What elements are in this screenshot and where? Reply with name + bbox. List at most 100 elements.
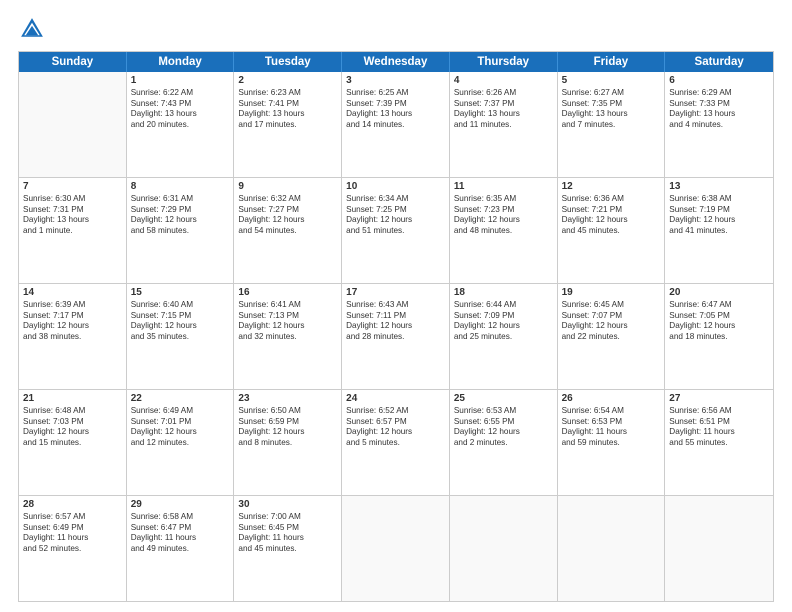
cal-cell-0-2: 2Sunrise: 6:23 AMSunset: 7:41 PMDaylight… bbox=[234, 72, 342, 177]
cell-line: Sunrise: 6:30 AM bbox=[23, 194, 122, 205]
cal-cell-1-3: 10Sunrise: 6:34 AMSunset: 7:25 PMDayligh… bbox=[342, 178, 450, 283]
cal-cell-4-1: 29Sunrise: 6:58 AMSunset: 6:47 PMDayligh… bbox=[127, 496, 235, 601]
cell-line: Sunset: 7:29 PM bbox=[131, 205, 230, 216]
cell-line: Daylight: 12 hours bbox=[346, 427, 445, 438]
cell-line: Sunset: 7:09 PM bbox=[454, 311, 553, 322]
cell-line: Daylight: 12 hours bbox=[238, 427, 337, 438]
cal-cell-3-2: 23 Sunrise: 6:50 AMSunset: 6:59 PMDayligh… bbox=[234, 390, 342, 495]
cell-line: Sunset: 7:13 PM bbox=[238, 311, 337, 322]
cal-cell-4-3 bbox=[342, 496, 450, 601]
cell-line: Sunset: 7:31 PM bbox=[23, 205, 122, 216]
cell-line: Sunrise: 6:43 AM bbox=[346, 300, 445, 311]
cell-line: Sunset: 6:51 PM bbox=[669, 417, 769, 428]
cell-line: Sunset: 7:35 PM bbox=[562, 99, 661, 110]
cell-line: and 17 minutes. bbox=[238, 120, 337, 131]
cell-line: Sunset: 7:43 PM bbox=[131, 99, 230, 110]
cell-line: Sunrise: 6:45 AM bbox=[562, 300, 661, 311]
cell-line: Sunset: 7:39 PM bbox=[346, 99, 445, 110]
cell-line: Daylight: 12 hours bbox=[454, 321, 553, 332]
day-number: 9 bbox=[238, 181, 337, 192]
cell-line: Daylight: 13 hours bbox=[454, 109, 553, 120]
cal-cell-3-0: 21Sunrise: 6:48 AMSunset: 7:03 PMDayligh… bbox=[19, 390, 127, 495]
cell-line: Sunset: 7:17 PM bbox=[23, 311, 122, 322]
day-number: 11 bbox=[454, 181, 553, 192]
cell-line: and 59 minutes. bbox=[562, 438, 661, 449]
cal-cell-0-0 bbox=[19, 72, 127, 177]
cell-line: and 22 minutes. bbox=[562, 332, 661, 343]
day-number: 21 bbox=[23, 393, 122, 404]
cal-cell-0-1: 1Sunrise: 6:22 AMSunset: 7:43 PMDaylight… bbox=[127, 72, 235, 177]
cell-line: Sunrise: 6:22 AM bbox=[131, 88, 230, 99]
logo bbox=[18, 15, 50, 43]
cal-cell-0-6: 6 Sunrise: 6:29 AMSunset: 7:33 PMDaylight… bbox=[665, 72, 773, 177]
cell-line: Sunrise: 6:39 AM bbox=[23, 300, 122, 311]
cell-line: Sunset: 6:59 PM bbox=[238, 417, 337, 428]
cell-line: and 20 minutes. bbox=[131, 120, 230, 131]
cell-line: Sunrise: 6:27 AM bbox=[562, 88, 661, 99]
day-number: 29 bbox=[131, 499, 230, 510]
cell-line: Sunset: 7:21 PM bbox=[562, 205, 661, 216]
day-number: 23 bbox=[238, 393, 337, 404]
cell-line: and 49 minutes. bbox=[131, 544, 230, 555]
cell-line: Sunset: 7:27 PM bbox=[238, 205, 337, 216]
cell-line: Sunset: 7:19 PM bbox=[669, 205, 769, 216]
cell-line: Sunrise: 6:35 AM bbox=[454, 194, 553, 205]
cal-cell-1-5: 12Sunrise: 6:36 AMSunset: 7:21 PMDayligh… bbox=[558, 178, 666, 283]
cell-line: Sunset: 7:23 PM bbox=[454, 205, 553, 216]
day-number: 13 bbox=[669, 181, 769, 192]
week-row-0: 1Sunrise: 6:22 AMSunset: 7:43 PMDaylight… bbox=[19, 72, 773, 178]
cell-line: Sunset: 6:49 PM bbox=[23, 523, 122, 534]
cell-line: and 7 minutes. bbox=[562, 120, 661, 131]
cal-cell-3-6: 27Sunrise: 6:56 AMSunset: 6:51 PMDayligh… bbox=[665, 390, 773, 495]
cal-cell-1-2: 9Sunrise: 6:32 AMSunset: 7:27 PMDaylight… bbox=[234, 178, 342, 283]
day-number: 4 bbox=[454, 75, 553, 86]
cell-line: and 15 minutes. bbox=[23, 438, 122, 449]
cell-line: Sunset: 7:33 PM bbox=[669, 99, 769, 110]
header-day-friday: Friday bbox=[558, 52, 666, 72]
cell-line: Daylight: 12 hours bbox=[454, 427, 553, 438]
cal-cell-3-3: 24Sunrise: 6:52 AMSunset: 6:57 PMDayligh… bbox=[342, 390, 450, 495]
cell-line: Daylight: 12 hours bbox=[131, 215, 230, 226]
cell-line: Sunrise: 6:34 AM bbox=[346, 194, 445, 205]
cal-cell-2-0: 14Sunrise: 6:39 AMSunset: 7:17 PMDayligh… bbox=[19, 284, 127, 389]
cell-line: and 55 minutes. bbox=[669, 438, 769, 449]
cell-line: Sunrise: 6:44 AM bbox=[454, 300, 553, 311]
day-number: 3 bbox=[346, 75, 445, 86]
cell-line: Sunrise: 6:40 AM bbox=[131, 300, 230, 311]
cell-line: Sunrise: 6:47 AM bbox=[669, 300, 769, 311]
cell-line: Sunrise: 6:38 AM bbox=[669, 194, 769, 205]
day-number: 6 bbox=[669, 75, 769, 86]
cell-line: and 14 minutes. bbox=[346, 120, 445, 131]
cell-line: Sunset: 6:57 PM bbox=[346, 417, 445, 428]
cell-line: Daylight: 12 hours bbox=[23, 321, 122, 332]
cell-line: Sunrise: 7:00 AM bbox=[238, 512, 337, 523]
cell-line: Sunrise: 6:23 AM bbox=[238, 88, 337, 99]
cell-line: Sunset: 7:03 PM bbox=[23, 417, 122, 428]
cell-line: Daylight: 13 hours bbox=[669, 109, 769, 120]
cell-line: Sunset: 7:07 PM bbox=[562, 311, 661, 322]
cal-cell-4-2: 30Sunrise: 7:00 AMSunset: 6:45 PMDayligh… bbox=[234, 496, 342, 601]
day-number: 2 bbox=[238, 75, 337, 86]
cell-line: and 51 minutes. bbox=[346, 226, 445, 237]
week-row-1: 7Sunrise: 6:30 AMSunset: 7:31 PMDaylight… bbox=[19, 178, 773, 284]
cell-line: Daylight: 11 hours bbox=[669, 427, 769, 438]
day-number: 15 bbox=[131, 287, 230, 298]
cell-line: Sunrise: 6:57 AM bbox=[23, 512, 122, 523]
cell-line: Daylight: 12 hours bbox=[346, 321, 445, 332]
header-day-tuesday: Tuesday bbox=[234, 52, 342, 72]
cell-line: and 18 minutes. bbox=[669, 332, 769, 343]
cell-line: Sunset: 7:05 PM bbox=[669, 311, 769, 322]
cell-line: Daylight: 12 hours bbox=[562, 215, 661, 226]
header-day-wednesday: Wednesday bbox=[342, 52, 450, 72]
cell-line: Sunrise: 6:29 AM bbox=[669, 88, 769, 99]
cell-line: and 35 minutes. bbox=[131, 332, 230, 343]
cell-line: Sunrise: 6:50 AM bbox=[238, 406, 337, 417]
cal-cell-4-5 bbox=[558, 496, 666, 601]
cal-cell-2-3: 17Sunrise: 6:43 AMSunset: 7:11 PMDayligh… bbox=[342, 284, 450, 389]
cell-line: Sunrise: 6:48 AM bbox=[23, 406, 122, 417]
cal-cell-4-4 bbox=[450, 496, 558, 601]
cell-line: and 52 minutes. bbox=[23, 544, 122, 555]
cell-line: Sunrise: 6:53 AM bbox=[454, 406, 553, 417]
cell-line: Daylight: 13 hours bbox=[131, 109, 230, 120]
cell-line: and 12 minutes. bbox=[131, 438, 230, 449]
